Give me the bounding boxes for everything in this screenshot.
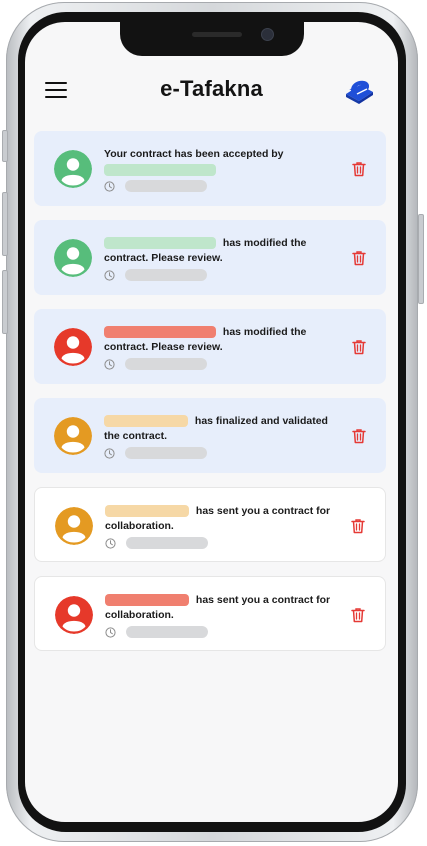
timestamp-placeholder — [125, 180, 207, 192]
timestamp-placeholder — [125, 447, 207, 459]
trash-icon[interactable] — [352, 161, 366, 177]
volume-up-button — [2, 192, 8, 256]
user-name-placeholder — [105, 505, 189, 518]
user-name-placeholder — [105, 594, 189, 607]
app-screen: e-Tafakna Your contract has been accepte… — [25, 22, 398, 822]
front-camera — [261, 28, 274, 41]
phone-frame: e-Tafakna Your contract has been accepte… — [2, 2, 424, 842]
user-avatar-icon — [54, 150, 92, 188]
avatar — [54, 417, 92, 455]
trash-icon[interactable] — [352, 428, 366, 444]
user-name-placeholder — [104, 326, 216, 339]
user-name-placeholder — [104, 163, 216, 176]
volume-down-button — [2, 270, 8, 334]
timestamp-placeholder — [126, 626, 208, 638]
notification-card[interactable]: Your contract has been accepted by — [34, 131, 386, 206]
clock-icon — [104, 448, 115, 459]
trash-icon[interactable] — [351, 518, 365, 534]
user-avatar-icon — [55, 507, 93, 545]
user-avatar-icon — [55, 596, 93, 634]
notification-list: Your contract has been accepted by has m… — [34, 131, 386, 665]
notification-text: Your contract has been accepted by — [104, 147, 344, 177]
avatar — [54, 150, 92, 188]
power-button — [418, 214, 424, 304]
user-avatar-icon — [54, 328, 92, 366]
clock-icon — [104, 359, 115, 370]
notification-card[interactable]: has sent you a contract for collaboratio… — [34, 576, 386, 651]
trash-icon[interactable] — [352, 339, 366, 355]
avatar — [55, 507, 93, 545]
user-name-placeholder — [104, 415, 188, 428]
notification-card[interactable]: has modified the contract. Please review… — [34, 220, 386, 295]
timestamp-placeholder — [126, 537, 208, 549]
app-header: e-Tafakna — [25, 70, 398, 110]
notification-text: has modified the contract. Please review… — [104, 325, 344, 355]
notch — [120, 22, 304, 56]
avatar — [54, 328, 92, 366]
user-avatar-icon — [54, 417, 92, 455]
user-avatar-icon — [54, 239, 92, 277]
avatar — [54, 239, 92, 277]
notification-text: has sent you a contract for collaboratio… — [105, 593, 345, 623]
clock-icon — [105, 627, 116, 638]
notification-card[interactable]: has modified the contract. Please review… — [34, 309, 386, 384]
notification-card[interactable]: has finalized and validated the contract… — [34, 398, 386, 473]
notification-card[interactable]: has sent you a contract for collaboratio… — [34, 487, 386, 562]
trash-icon[interactable] — [351, 607, 365, 623]
notification-text: has modified the contract. Please review… — [104, 236, 344, 266]
avatar — [55, 596, 93, 634]
user-name-placeholder — [104, 237, 216, 250]
timestamp-placeholder — [125, 358, 207, 370]
clock-icon — [104, 181, 115, 192]
e-tafakna-logo-icon — [346, 80, 373, 104]
timestamp-placeholder — [125, 269, 207, 281]
clock-icon — [104, 270, 115, 281]
notification-prefix: Your contract has been accepted by — [104, 148, 284, 160]
trash-icon[interactable] — [352, 250, 366, 266]
speaker — [192, 32, 242, 37]
notification-text: has sent you a contract for collaboratio… — [105, 504, 345, 534]
notification-text: has finalized and validated the contract… — [104, 414, 344, 444]
clock-icon — [105, 538, 116, 549]
mute-switch — [2, 130, 8, 162]
